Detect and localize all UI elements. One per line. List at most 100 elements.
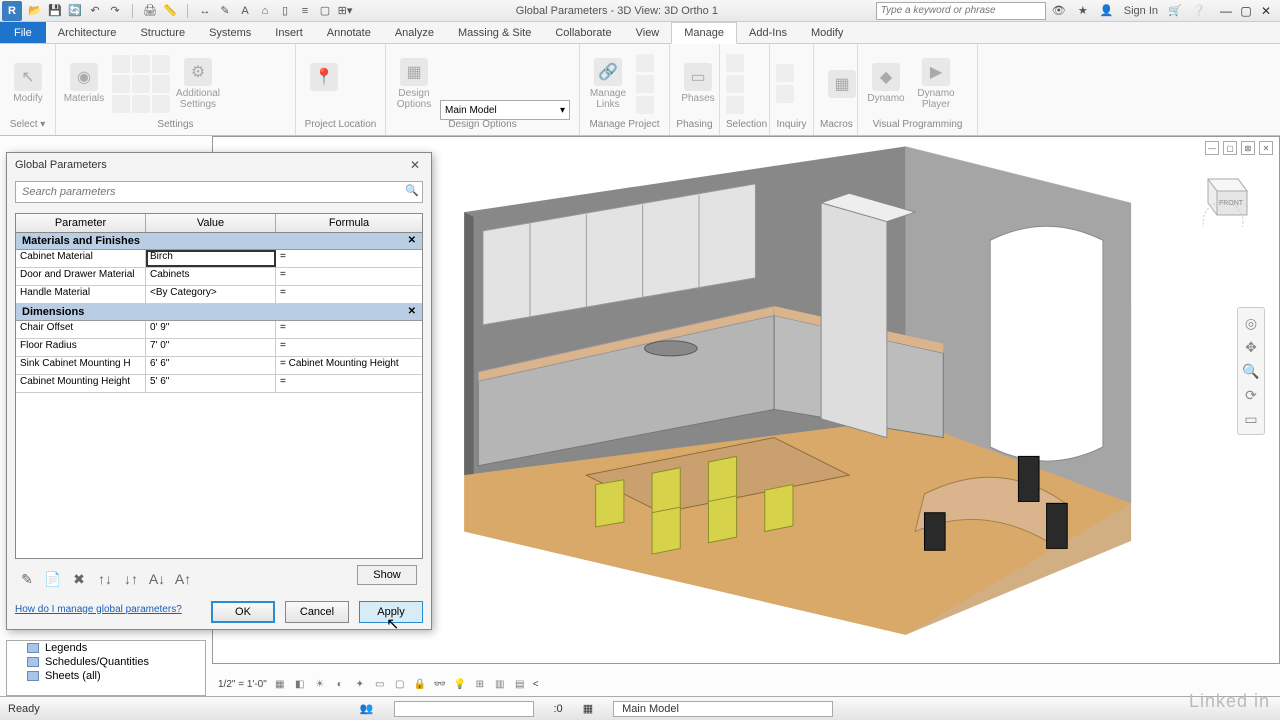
minimize-button[interactable]: — bbox=[1218, 4, 1234, 18]
close-views-icon[interactable]: ▢ bbox=[318, 4, 332, 18]
editable-only-field[interactable] bbox=[394, 701, 534, 717]
pan-icon[interactable]: ✥ bbox=[1242, 338, 1260, 356]
crop-icon[interactable]: ▭ bbox=[373, 677, 387, 691]
row-door-material[interactable]: Door and Drawer MaterialCabinets= bbox=[16, 268, 422, 286]
temp-hide-icon[interactable]: 👓 bbox=[433, 677, 447, 691]
3d-icon[interactable]: ⌂ bbox=[258, 4, 272, 18]
view-cube[interactable]: FRONT bbox=[1193, 167, 1253, 227]
tab-file[interactable]: File bbox=[0, 22, 46, 43]
manage-links-button[interactable]: 🔗Manage Links bbox=[586, 58, 630, 110]
orbit-icon[interactable]: ⟳ bbox=[1242, 386, 1260, 404]
sign-in-link[interactable]: Sign In bbox=[1124, 5, 1158, 17]
tab-annotate[interactable]: Annotate bbox=[315, 22, 383, 43]
select-dropdown[interactable]: Select ▾ bbox=[6, 119, 49, 133]
tab-insert[interactable]: Insert bbox=[263, 22, 315, 43]
thin-lines-icon[interactable]: ≡ bbox=[298, 4, 312, 18]
user-icon[interactable]: 👤 bbox=[1100, 4, 1114, 18]
dimension-icon[interactable]: ↔ bbox=[198, 4, 212, 18]
project-browser[interactable]: Legends Schedules/Quantities Sheets (all… bbox=[6, 640, 206, 696]
measure-icon[interactable]: 📏 bbox=[163, 4, 177, 18]
full-nav-wheel-icon[interactable]: ◎ bbox=[1242, 314, 1260, 332]
viewport-min-icon[interactable]: — bbox=[1205, 141, 1219, 155]
sun-path-icon[interactable]: ☀ bbox=[313, 677, 327, 691]
show-button[interactable]: Show bbox=[357, 565, 417, 585]
workset-icon[interactable]: 👥 bbox=[360, 702, 374, 715]
active-design-option[interactable]: Main Model bbox=[613, 701, 833, 717]
help-link[interactable]: How do I manage global parameters? bbox=[15, 604, 182, 615]
analytical-icon[interactable]: ▥ bbox=[493, 677, 507, 691]
edit-param-icon[interactable]: 📄 bbox=[45, 571, 61, 587]
cancel-button[interactable]: Cancel bbox=[285, 601, 349, 623]
dynamo-player-button[interactable]: ▶Dynamo Player bbox=[914, 58, 958, 110]
visual-style-icon[interactable]: ◧ bbox=[293, 677, 307, 691]
location-button[interactable]: 📍 bbox=[302, 63, 346, 104]
additional-settings-button[interactable]: ⚙Additional Settings bbox=[176, 58, 220, 110]
design-options-button[interactable]: ▦Design Options bbox=[392, 58, 436, 110]
tab-architecture[interactable]: Architecture bbox=[46, 22, 129, 43]
switch-windows-icon[interactable]: ⊞▾ bbox=[338, 4, 352, 18]
undo-icon[interactable]: ↶ bbox=[88, 4, 102, 18]
tab-addins[interactable]: Add-Ins bbox=[737, 22, 799, 43]
infocenter-icon[interactable]: 👁 bbox=[1052, 4, 1066, 18]
tab-structure[interactable]: Structure bbox=[128, 22, 197, 43]
search-icon[interactable]: 🔍 bbox=[405, 184, 419, 198]
group-materials[interactable]: Materials and Finishes✕ bbox=[16, 233, 422, 250]
help-search-input[interactable] bbox=[876, 2, 1046, 20]
look-icon[interactable]: ▭ bbox=[1242, 410, 1260, 428]
scale-label[interactable]: 1/2" = 1'-0" bbox=[218, 679, 267, 690]
print-icon[interactable]: 🖨 bbox=[143, 4, 157, 18]
design-option-selector[interactable]: Main Model▾ bbox=[440, 100, 570, 120]
viewport-restore-icon[interactable]: ▢ bbox=[1223, 141, 1237, 155]
tab-manage[interactable]: Manage bbox=[671, 22, 737, 44]
exchange-icon[interactable]: 🛒 bbox=[1168, 4, 1182, 18]
apply-button[interactable]: Apply bbox=[359, 601, 423, 623]
delete-param-icon[interactable]: ✖ bbox=[71, 571, 87, 587]
col-formula[interactable]: Formula bbox=[276, 214, 422, 232]
sort-desc-icon[interactable]: A↑ bbox=[175, 571, 191, 587]
row-chair-offset[interactable]: Chair Offset0' 9"= bbox=[16, 321, 422, 339]
tab-modify[interactable]: Modify bbox=[799, 22, 855, 43]
tab-view[interactable]: View bbox=[624, 22, 672, 43]
shadows-icon[interactable]: ◐ bbox=[333, 677, 347, 691]
move-up-icon[interactable]: ↑↓ bbox=[97, 571, 113, 587]
group-dimensions[interactable]: Dimensions✕ bbox=[16, 304, 422, 321]
tab-collaborate[interactable]: Collaborate bbox=[543, 22, 623, 43]
row-cabinet-mount-height[interactable]: Cabinet Mounting Height5' 6"= bbox=[16, 375, 422, 393]
modify-button[interactable]: ↖Modify bbox=[6, 63, 50, 104]
rendering-icon[interactable]: ✦ bbox=[353, 677, 367, 691]
favorites-icon[interactable]: ★ bbox=[1076, 4, 1090, 18]
highlight-icon[interactable]: ▤ bbox=[513, 677, 527, 691]
row-cabinet-material[interactable]: Cabinet MaterialBirch= bbox=[16, 250, 422, 268]
row-sink-mount-height[interactable]: Sink Cabinet Mounting H6' 6"= Cabinet Mo… bbox=[16, 357, 422, 375]
parameter-search-input[interactable] bbox=[15, 181, 423, 203]
phases-button[interactable]: ▭Phases bbox=[676, 63, 720, 104]
save-icon[interactable]: 💾 bbox=[48, 4, 62, 18]
dialog-close-button[interactable]: ✕ bbox=[407, 157, 423, 173]
row-handle-material[interactable]: Handle Material<By Category>= bbox=[16, 286, 422, 304]
reveal-icon[interactable]: 💡 bbox=[453, 677, 467, 691]
tab-systems[interactable]: Systems bbox=[197, 22, 263, 43]
col-value[interactable]: Value bbox=[146, 214, 276, 232]
lock-icon[interactable]: 🔒 bbox=[413, 677, 427, 691]
help-icon[interactable]: ❔ bbox=[1192, 4, 1206, 18]
tab-massing[interactable]: Massing & Site bbox=[446, 22, 543, 43]
tag-icon[interactable]: ✎ bbox=[218, 4, 232, 18]
viewport-close-icon[interactable]: ✕ bbox=[1259, 141, 1273, 155]
new-param-icon[interactable]: ✎ bbox=[19, 571, 35, 587]
tab-analyze[interactable]: Analyze bbox=[383, 22, 446, 43]
text-icon[interactable]: A bbox=[238, 4, 252, 18]
redo-icon[interactable]: ↷ bbox=[108, 4, 122, 18]
move-down-icon[interactable]: ↓↑ bbox=[123, 571, 139, 587]
col-parameter[interactable]: Parameter bbox=[16, 214, 146, 232]
zoom-icon[interactable]: 🔍 bbox=[1242, 362, 1260, 380]
sync-icon[interactable]: 🔄 bbox=[68, 4, 82, 18]
settings-small-buttons[interactable] bbox=[112, 55, 170, 113]
viewport-max-icon[interactable]: ⊠ bbox=[1241, 141, 1255, 155]
open-icon[interactable]: 📂 bbox=[28, 4, 42, 18]
row-floor-radius[interactable]: Floor Radius7' 0"= bbox=[16, 339, 422, 357]
section-icon[interactable]: ▯ bbox=[278, 4, 292, 18]
maximize-button[interactable]: ▢ bbox=[1238, 4, 1254, 18]
show-crop-icon[interactable]: ▢ bbox=[393, 677, 407, 691]
worksharing-icon[interactable]: ⊞ bbox=[473, 677, 487, 691]
materials-button[interactable]: ◉Materials bbox=[62, 63, 106, 104]
